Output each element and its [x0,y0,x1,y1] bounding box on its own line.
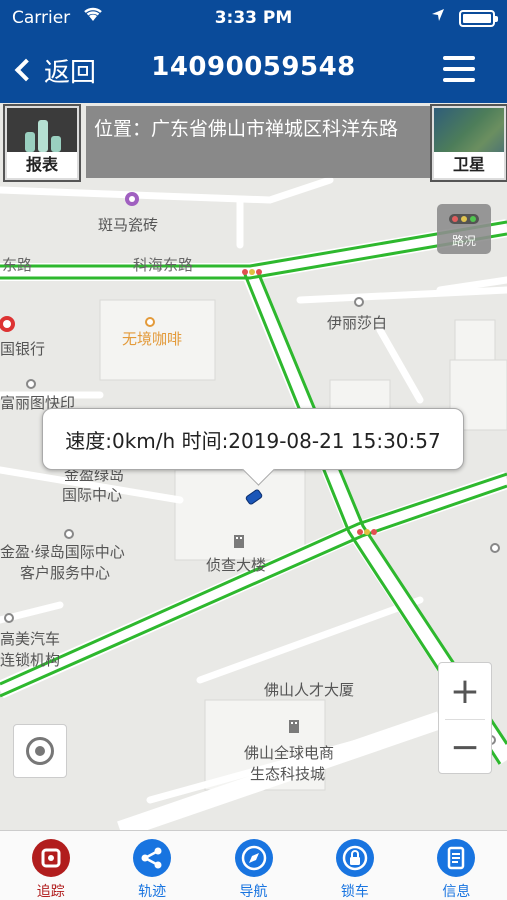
tab-trajectory[interactable]: 轨迹 [101,831,202,900]
share-icon [133,839,172,877]
building-icon [287,718,301,739]
poi-bank[interactable]: 国银行 [0,339,45,359]
poi-icon [124,191,140,212]
poi-jinying-2[interactable]: 国际中心 [62,485,122,505]
compass-icon [234,839,273,877]
tab-lock-car[interactable]: 锁车 [304,831,405,900]
bottom-tab-bar: 追踪 轨迹 导航 锁车 信息 [0,830,507,900]
tab-label: 追踪 [36,884,65,900]
traffic-label: 路况 [451,234,476,248]
poi-meiqiche-2[interactable]: 连锁机构 [0,650,60,670]
poi-rencai[interactable]: 佛山人才大厦 [264,680,354,700]
poi-dot-icon [26,373,36,393]
poi-quanqiu-2[interactable]: 生态科技城 [250,764,325,784]
tab-label: 导航 [239,884,268,900]
page-title: 14090059548 [151,52,356,82]
tab-navigation[interactable]: 导航 [203,831,304,900]
poi-meiqiche-1[interactable]: 高美汽车 [0,629,60,649]
zoom-control: + − [438,662,492,774]
menu-bar-icon [443,78,475,82]
poi-yilisha[interactable]: 伊丽莎白 [327,313,387,333]
satellite-button[interactable]: 卫星 [430,104,507,182]
lock-car-icon [335,839,374,877]
top-bar: Carrier 3:33 PM 返回 14090059548 [0,0,507,103]
menu-bar-icon [443,56,475,60]
poi-quanqiu-1[interactable]: 佛山全球电商 [244,743,334,763]
info-doc-icon [437,839,476,877]
poi-wujing-cafe[interactable]: 无境咖啡 [122,329,182,349]
poi-jinying-service-1[interactable]: 金盈·绿岛国际中心 [0,542,125,562]
report-label: 报表 [7,152,77,178]
locate-me-button[interactable] [13,724,67,778]
poi-zhencha-building[interactable]: 侦查大楼 [206,555,266,575]
vehicle-info-callout: 速度:0km/h 时间:2019-08-21 15:30:57 [42,408,464,470]
poi-dot-icon [354,291,364,311]
zoom-in-button[interactable]: + [439,663,491,719]
bank-icon [0,315,16,338]
menu-bar-icon [443,67,475,71]
poi-dot-icon [490,537,500,557]
address-banner: 位置：广东省佛山市禅城区科洋东路 [86,106,431,178]
tab-label: 轨迹 [138,884,167,900]
zoom-out-button[interactable]: − [439,719,491,775]
location-arrow-icon [431,8,445,26]
car-service-icon [4,607,14,627]
tab-track[interactable]: 追踪 [0,831,101,900]
track-icon [31,839,70,877]
bar-chart-icon [25,120,61,152]
battery-icon [459,10,498,27]
road-label-kehai: 科海东路 [133,256,194,274]
tab-label: 信息 [442,884,471,900]
poi-banma[interactable]: 斑马瓷砖 [98,215,158,235]
status-bar: Carrier 3:33 PM [0,0,507,38]
poi-dot-icon [64,523,74,543]
tab-info[interactable]: 信息 [406,831,507,900]
tab-label: 锁车 [340,884,369,900]
satellite-label: 卫星 [434,152,504,178]
poi-jinying-service-2[interactable]: 客户服务中心 [20,563,110,583]
traffic-toggle[interactable]: 路况 [437,204,491,254]
building-icon [232,533,246,554]
report-button[interactable]: 报表 [3,104,81,182]
crosshair-icon [26,737,54,765]
traffic-light-icon [449,214,479,224]
menu-button[interactable] [443,56,475,82]
cafe-icon [145,311,155,331]
road-label: 东路 [2,256,33,274]
